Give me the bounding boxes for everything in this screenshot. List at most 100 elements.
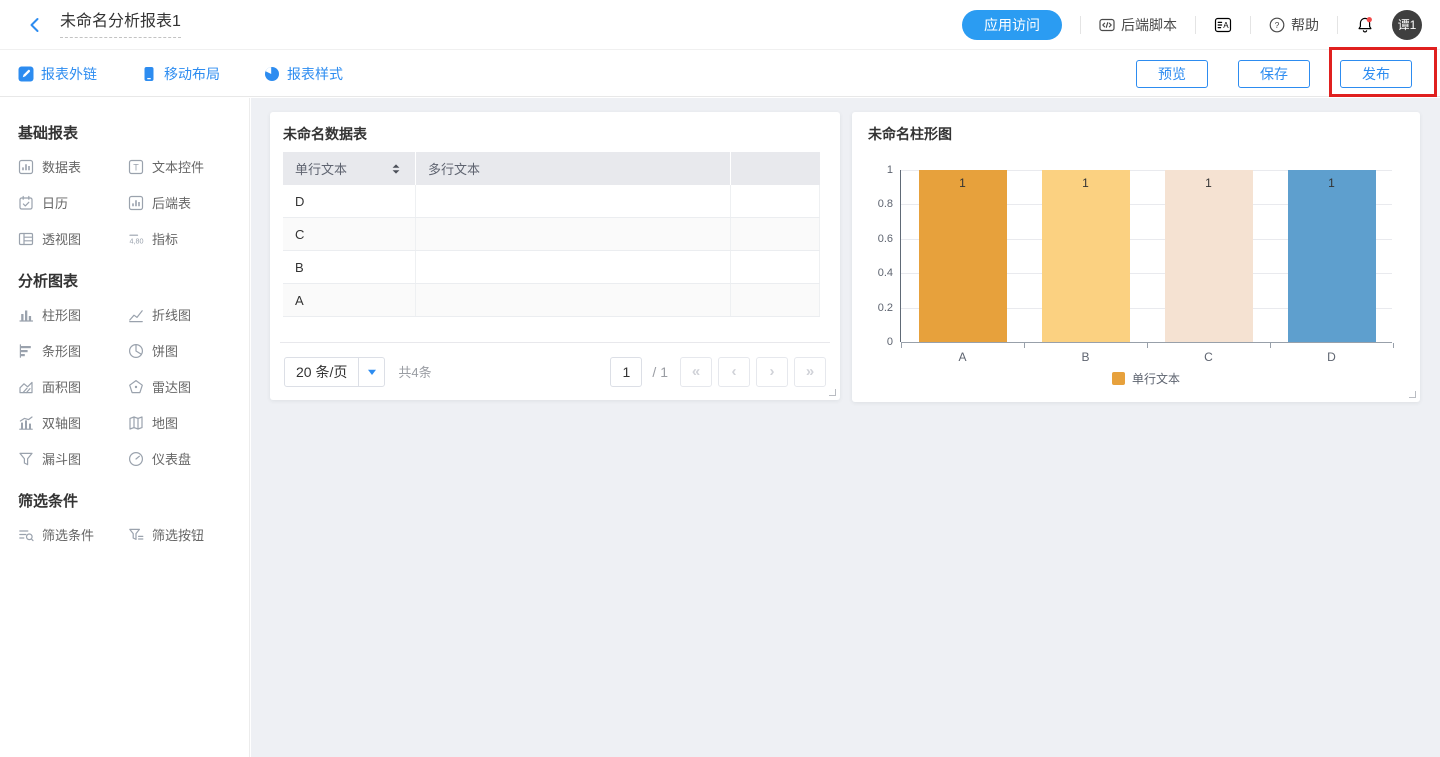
sidebar-item-label: 筛选条件 [42, 525, 94, 544]
back-button[interactable] [26, 16, 44, 34]
sidebar-item-pie-chart[interactable]: 饼图 [128, 341, 238, 360]
left-arrow-icon: ‹ [732, 363, 737, 380]
sidebar-item-metric[interactable]: 4,80指标 [128, 229, 238, 248]
sidebar-item-funnel-chart[interactable]: 漏斗图 [18, 449, 128, 468]
notification-bell-icon[interactable] [1356, 16, 1374, 34]
sidebar-item-backend-table[interactable]: 后端表 [128, 193, 238, 212]
y-axis-tick-label: 0.2 [878, 302, 893, 314]
report-title[interactable]: 未命名分析报表1 [60, 12, 181, 38]
x-axis-tick [1147, 343, 1148, 348]
x-axis-tick [1024, 343, 1025, 348]
data-table-widget[interactable]: 未命名数据表 单行文本 多行文本 DCBA 20 条/页 共4条 1 / 1 « ‹… [270, 112, 840, 400]
x-axis-category-label: A [901, 350, 1024, 364]
table-cell: D [283, 185, 416, 217]
top-bar-actions: 应用访问 后端脚本 A ? 帮助 谭1 [962, 10, 1422, 40]
bar-cell-C: 1C [1147, 170, 1270, 342]
app-access-button[interactable]: 应用访问 [962, 10, 1062, 40]
bar-C[interactable]: 1 [1165, 170, 1253, 342]
help-button[interactable]: ? 帮助 [1269, 15, 1319, 35]
table-row[interactable]: D [283, 185, 820, 218]
toolbar-link-report-external-link[interactable]: 报表外链 [18, 64, 97, 84]
bar-B[interactable]: 1 [1042, 170, 1130, 342]
column-header-label: 多行文本 [428, 159, 480, 178]
sidebar-item-map-chart[interactable]: 地图 [128, 413, 238, 432]
sidebar-item-filter-condition[interactable]: 筛选条件 [18, 525, 128, 544]
chart-legend[interactable]: 单行文本 [900, 370, 1392, 387]
dual-axis-icon [18, 415, 34, 431]
svg-text:A: A [1223, 21, 1229, 30]
legend-label: 单行文本 [1132, 370, 1180, 387]
mobile-icon [141, 66, 157, 82]
bar-D[interactable]: 1 [1288, 170, 1376, 342]
total-count-label: 共4条 [398, 362, 431, 381]
sidebar-item-calendar[interactable]: 日历 [18, 193, 128, 212]
avatar[interactable]: 谭1 [1392, 10, 1422, 40]
table-row[interactable]: A [283, 284, 820, 317]
sidebar-item-line-chart[interactable]: 折线图 [128, 305, 238, 324]
sidebar-item-label: 日历 [42, 193, 68, 212]
chart-widget-title: 未命名柱形图 [868, 124, 952, 144]
double-right-arrow-icon: » [806, 363, 814, 380]
resize-handle[interactable] [1409, 391, 1416, 398]
toolbar-link-report-style[interactable]: 报表样式 [264, 64, 343, 84]
table-header-cell [731, 152, 820, 185]
page-number-input[interactable]: 1 [610, 357, 642, 387]
page-size-select[interactable]: 20 条/页 [284, 357, 385, 387]
sidebar-item-label: 透视图 [42, 229, 81, 248]
sidebar-item-bar-chart[interactable]: 条形图 [18, 341, 128, 360]
sidebar-item-filter-button[interactable]: 筛选按钮 [128, 525, 238, 544]
toolbar-link-mobile-layout[interactable]: 移动布局 [141, 64, 220, 84]
table-cell [416, 218, 731, 250]
publish-button[interactable]: 发布 [1340, 60, 1412, 88]
sidebar-item-label: 文本控件 [152, 157, 204, 176]
y-axis-tick-label: 1 [887, 164, 893, 176]
table-widget-title: 未命名数据表 [283, 124, 367, 144]
x-axis-category-label: D [1270, 350, 1393, 364]
backend-script-button[interactable]: 后端脚本 [1099, 15, 1177, 35]
sidebar-section-title: 基础报表 [18, 122, 249, 143]
prev-page-button[interactable]: ‹ [718, 357, 750, 387]
report-style-pie-icon [264, 66, 280, 82]
sidebar-item-gauge-chart[interactable]: 仪表盘 [128, 449, 238, 468]
gauge-icon [128, 451, 144, 467]
page-of-label: / 1 [652, 364, 668, 380]
toolbar-link-label: 移动布局 [164, 64, 220, 84]
line-chart-icon [128, 307, 144, 323]
page-size-value: 20 条/页 [285, 358, 358, 386]
svg-text:?: ? [1275, 20, 1280, 30]
sidebar-item-data-table[interactable]: 数据表 [18, 157, 128, 176]
resize-handle[interactable] [829, 389, 836, 396]
next-page-button[interactable]: › [756, 357, 788, 387]
sidebar-item-radar-chart[interactable]: 雷达图 [128, 377, 238, 396]
sidebar-item-label: 条形图 [42, 341, 81, 360]
sidebar-item-dual-axis-chart[interactable]: 双轴图 [18, 413, 128, 432]
save-button[interactable]: 保存 [1238, 60, 1310, 88]
x-axis-category-label: C [1147, 350, 1270, 364]
bar-A[interactable]: 1 [919, 170, 1007, 342]
sidebar-item-column-chart[interactable]: 柱形图 [18, 305, 128, 324]
sidebar-item-text-widget[interactable]: T 文本控件 [128, 157, 238, 176]
first-page-button[interactable]: « [680, 357, 712, 387]
column-chart-widget[interactable]: 未命名柱形图 10.80.60.40.201A1B1C1D 单行文本 [852, 112, 1420, 402]
x-axis-category-label: B [1024, 350, 1147, 364]
text-widget-icon: T [128, 159, 144, 175]
language-button[interactable]: A [1214, 16, 1232, 34]
report-canvas[interactable]: 未命名数据表 单行文本多行文本 DCBA 20 条/页 共4条 1 / 1 «‹… [251, 98, 1440, 757]
sidebar-item-area-chart[interactable]: 面积图 [18, 377, 128, 396]
table-row[interactable]: C [283, 218, 820, 251]
toolbar-link-label: 报表外链 [41, 64, 97, 84]
table-cell [731, 185, 820, 217]
last-page-button[interactable]: » [794, 357, 826, 387]
sidebar-item-label: 柱形图 [42, 305, 81, 324]
sidebar-item-label: 指标 [152, 229, 178, 248]
sort-icon[interactable] [389, 162, 403, 176]
bar-cell-D: 1D [1270, 170, 1393, 342]
table-row[interactable]: B [283, 251, 820, 284]
sidebar-item-label: 数据表 [42, 157, 81, 176]
report-toolbar: 报表外链 移动布局 报表样式 预览 保存 发布 [0, 51, 1440, 97]
preview-button[interactable]: 预览 [1136, 60, 1208, 88]
bar-value-label: 1 [1288, 176, 1376, 190]
bar-cell-A: 1A [901, 170, 1024, 342]
column-header-label: 单行文本 [295, 159, 347, 178]
sidebar-item-pivot-chart[interactable]: 透视图 [18, 229, 128, 248]
